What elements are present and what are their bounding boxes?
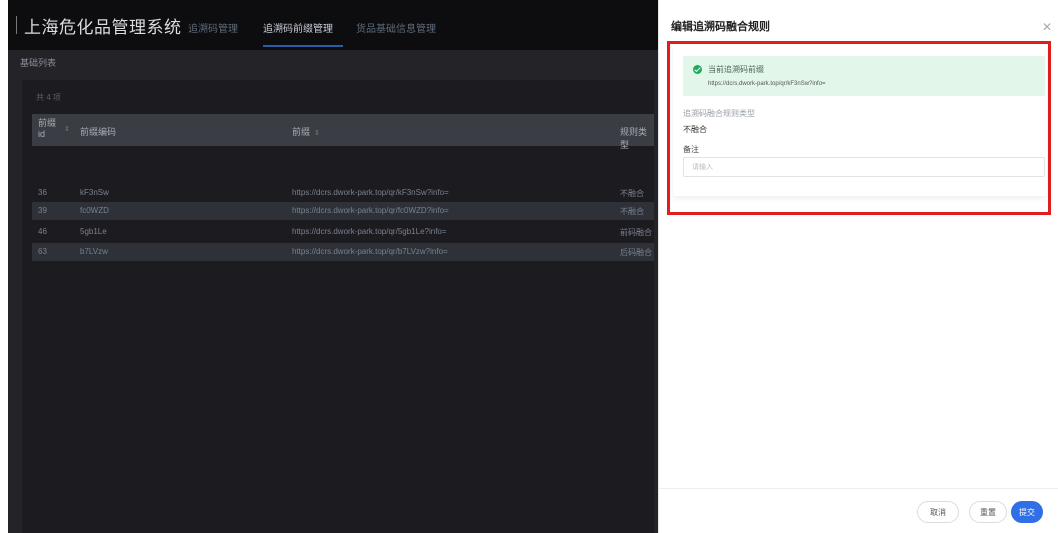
current-prefix-alert: 当前追溯码前缀 https://dcrs.dwork-park.top/qr/k… xyxy=(683,56,1045,96)
cell-prefix: https://dcrs.dwork-park.top/qr/kF3nSw?in… xyxy=(292,188,449,197)
nav-item-trace-code[interactable]: 追溯码管理 xyxy=(188,20,238,35)
column-header-label: 前缀 xyxy=(292,127,311,137)
edit-rule-drawer: 编辑追溯码融合规则 ✕ 当前追溯码前缀 https://dcrs.dwork-p… xyxy=(658,0,1058,533)
sort-icon[interactable]: ⇕ xyxy=(64,125,70,133)
cell-prefix-id: 36 xyxy=(38,188,47,197)
cell-rule-type: 不融合 xyxy=(620,189,644,198)
cell-prefix: https://dcrs.dwork-park.top/qr/5gb1Le?in… xyxy=(292,227,447,236)
cell-rule-type: 后码融合 xyxy=(620,248,652,257)
close-icon[interactable]: ✕ xyxy=(1042,20,1052,34)
cell-prefix: https://dcrs.dwork-park.top/qr/b7LVzw?in… xyxy=(292,247,448,256)
nav-item-goods-info[interactable]: 货品基础信息管理 xyxy=(356,20,436,35)
column-header-rule-type: 规则类型 xyxy=(620,127,648,150)
nav-item-trace-prefix[interactable]: 追溯码前缀管理 xyxy=(263,20,333,35)
table-header: 前缀id ⇕ 前缀编码 前缀 ⇕ 规则类型 xyxy=(32,114,654,150)
cell-prefix-id: 39 xyxy=(38,206,47,215)
cell-rule-type: 不融合 xyxy=(620,207,644,216)
column-header-prefix-code: 前缀编码 xyxy=(80,127,117,137)
section-title: 基础列表 xyxy=(20,58,57,68)
title-divider xyxy=(16,16,17,34)
main-app: 上海危化品管理系统 追溯码管理 追溯码前缀管理 货品基础信息管理 基础列表 共 … xyxy=(8,0,658,533)
drawer-footer: 取消 重置 提交 xyxy=(659,488,1058,533)
remark-label: 备注 xyxy=(683,145,699,154)
cell-prefix: https://dcrs.dwork-park.top/qr/fc0WZD?in… xyxy=(292,206,449,215)
rule-type-value: 不融合 xyxy=(683,125,707,134)
table-row[interactable]: 36 kF3nSw https://dcrs.dwork-park.top/qr… xyxy=(32,184,654,202)
total-count: 共 4 项 xyxy=(36,93,61,102)
content-area: 基础列表 共 4 项 前缀id ⇕ 前缀编码 前缀 ⇕ 规则类型 36 kF3nS… xyxy=(8,50,658,533)
cell-prefix-code: 5gb1Le xyxy=(80,227,107,236)
app-title: 上海危化品管理系统 xyxy=(24,18,182,37)
active-nav-indicator xyxy=(263,45,343,47)
top-navbar: 上海危化品管理系统 追溯码管理 追溯码前缀管理 货品基础信息管理 xyxy=(8,0,658,50)
cell-prefix-code: b7LVzw xyxy=(80,247,108,256)
table-row[interactable]: 39 fc0WZD https://dcrs.dwork-park.top/qr… xyxy=(32,202,654,220)
submit-button[interactable]: 提交 xyxy=(1011,501,1043,523)
alert-prefix-url: https://dcrs.dwork-park.top/qr/kF3nSw?in… xyxy=(708,81,826,87)
cell-prefix-id: 46 xyxy=(38,227,47,236)
column-header-prefix-id[interactable]: 前缀id xyxy=(38,118,58,140)
column-header-prefix[interactable]: 前缀 ⇕ xyxy=(292,125,320,138)
edit-form: 当前追溯码前缀 https://dcrs.dwork-park.top/qr/k… xyxy=(673,46,1047,196)
table-row[interactable]: 63 b7LVzw https://dcrs.dwork-park.top/qr… xyxy=(32,243,654,261)
sort-icon: ⇕ xyxy=(314,130,320,137)
cell-rule-type: 前码融合 xyxy=(620,228,652,237)
alert-title: 当前追溯码前缀 xyxy=(708,65,764,74)
drawer-header: 编辑追溯码融合规则 ✕ xyxy=(659,0,1058,42)
cancel-button[interactable]: 取消 xyxy=(917,501,959,523)
cell-prefix-id: 63 xyxy=(38,247,47,256)
cell-prefix-code: kF3nSw xyxy=(80,188,109,197)
column-header-label: 前缀id xyxy=(38,118,57,139)
drawer-title: 编辑追溯码融合规则 xyxy=(671,21,770,33)
remark-input[interactable] xyxy=(683,157,1045,177)
success-check-icon xyxy=(693,65,702,74)
reset-button[interactable]: 重置 xyxy=(969,501,1007,523)
table-row[interactable]: 46 5gb1Le https://dcrs.dwork-park.top/qr… xyxy=(32,223,654,241)
list-panel: 共 4 项 前缀id ⇕ 前缀编码 前缀 ⇕ 规则类型 36 kF3nSw htt… xyxy=(22,80,654,533)
rule-type-label: 追溯码融合规则类型 xyxy=(683,109,755,118)
cell-prefix-code: fc0WZD xyxy=(80,206,109,215)
